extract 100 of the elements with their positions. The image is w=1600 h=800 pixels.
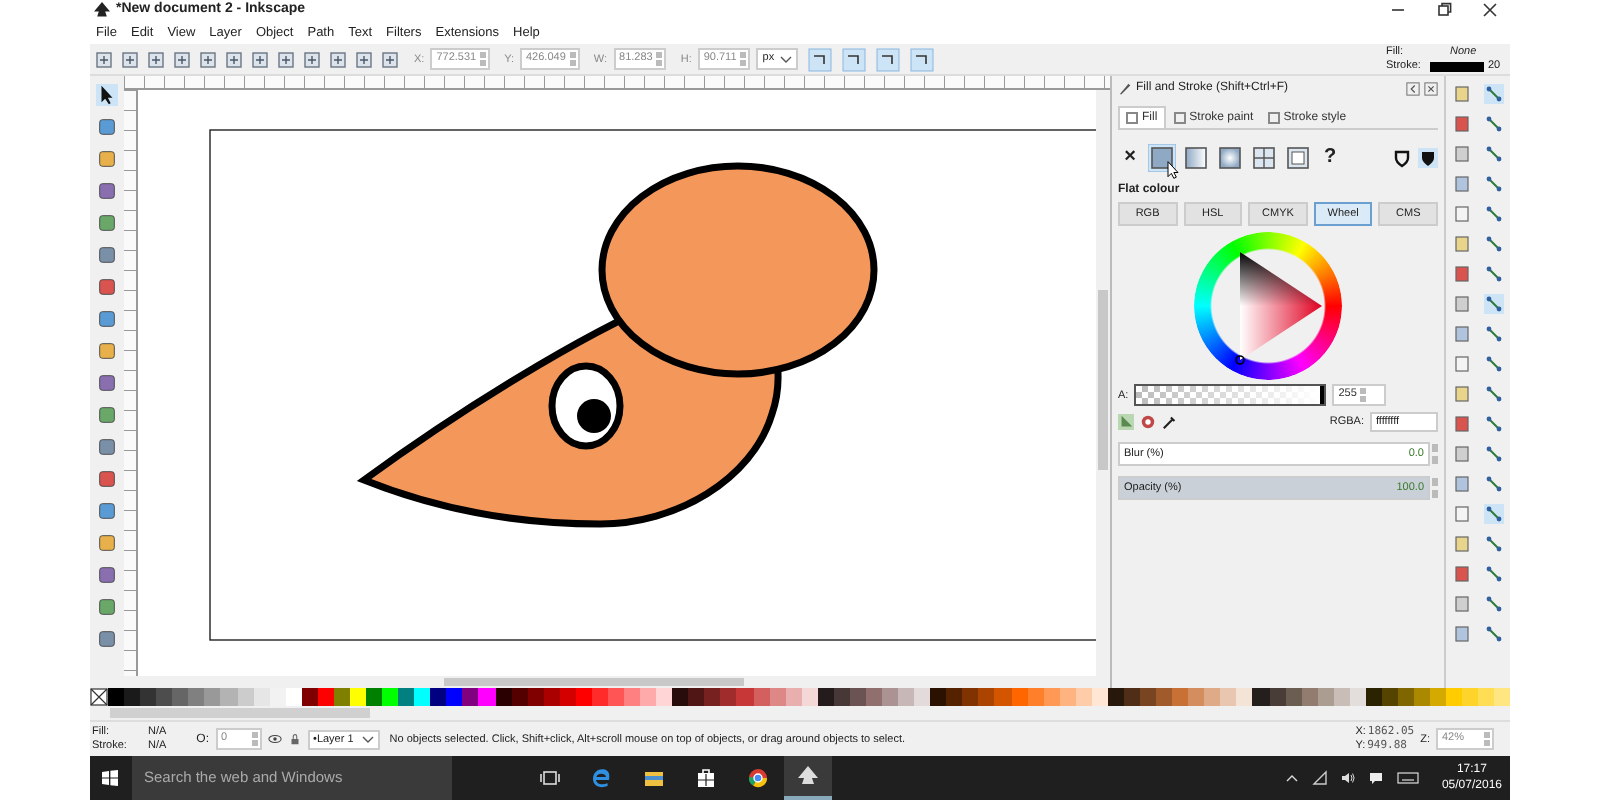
color-swatch[interactable] — [140, 688, 157, 706]
color-swatch[interactable] — [124, 688, 141, 706]
toolbar-icon[interactable] — [224, 49, 244, 69]
message-icon[interactable] — [1367, 770, 1384, 786]
tool-icon[interactable] — [96, 308, 118, 330]
snap-toggle-icon[interactable] — [1484, 144, 1504, 164]
color-swatch[interactable] — [446, 688, 463, 706]
color-swatch[interactable] — [366, 688, 383, 706]
toolbar-icon[interactable] — [172, 49, 192, 69]
windows-logo-icon[interactable] — [100, 768, 120, 788]
snap-toggle-icon[interactable] — [1484, 234, 1504, 254]
color-swatch[interactable] — [1172, 688, 1189, 706]
tool-icon[interactable] — [96, 436, 118, 458]
tool-icon[interactable] — [96, 372, 118, 394]
color-swatch[interactable] — [220, 688, 237, 706]
snap-toggle-icon[interactable] — [1484, 114, 1504, 134]
color-swatch[interactable] — [1494, 688, 1511, 706]
color-swatch[interactable] — [382, 688, 399, 706]
round-browser-icon[interactable] — [746, 766, 770, 790]
color-swatch[interactable] — [946, 688, 963, 706]
mesh-paint-icon[interactable] — [1250, 143, 1278, 171]
restore-icon[interactable] — [1434, 0, 1454, 20]
color-swatch[interactable] — [478, 688, 495, 706]
network-icon[interactable] — [1311, 770, 1328, 786]
snap-toggle-icon[interactable] — [1484, 264, 1504, 284]
color-swatch[interactable] — [1478, 688, 1495, 706]
linear-paint-icon[interactable] — [1182, 143, 1210, 171]
color-swatch[interactable] — [1446, 688, 1463, 706]
triangle-icon[interactable] — [1118, 414, 1134, 430]
color-swatch[interactable] — [204, 688, 221, 706]
color-swatch[interactable] — [962, 688, 979, 706]
color-swatch[interactable] — [1398, 688, 1415, 706]
color-swatch[interactable] — [704, 688, 721, 706]
no-paint-icon[interactable] — [90, 688, 108, 706]
color-swatch[interactable] — [156, 688, 173, 706]
close-icon[interactable] — [1480, 0, 1500, 20]
color-swatch[interactable] — [1140, 688, 1157, 706]
shield-outline-icon[interactable] — [1392, 147, 1412, 167]
chevron-up-icon[interactable] — [1283, 770, 1300, 786]
snap-toggle-icon[interactable] — [1484, 474, 1504, 494]
snap-toggle-icon[interactable] — [1484, 564, 1504, 584]
color-swatch[interactable] — [624, 688, 641, 706]
task-view-icon[interactable] — [538, 766, 562, 790]
toolbar-icon[interactable] — [328, 49, 348, 69]
shield-icon[interactable] — [1418, 147, 1438, 167]
tool-icon[interactable] — [96, 500, 118, 522]
tool-icon[interactable] — [96, 404, 118, 426]
toolbar-icon[interactable] — [146, 49, 166, 69]
transform-toggle-icon[interactable] — [876, 47, 901, 71]
color-swatch[interactable] — [1236, 688, 1253, 706]
color-swatch[interactable] — [172, 688, 189, 706]
color-swatch[interactable] — [898, 688, 915, 706]
color-swatch[interactable] — [1156, 688, 1173, 706]
snap-toggle-icon[interactable] — [1484, 624, 1504, 644]
toolbar-icon[interactable] — [276, 49, 296, 69]
toolbar-icon[interactable] — [120, 49, 140, 69]
color-swatch[interactable] — [720, 688, 737, 706]
snap-toggle-icon[interactable] — [1484, 84, 1504, 104]
color-swatch[interactable] — [1188, 688, 1205, 706]
paint-type-button[interactable]: ? — [1318, 143, 1342, 171]
tool-icon[interactable] — [96, 628, 118, 650]
collapse-icon[interactable] — [1406, 81, 1420, 95]
tool-icon[interactable] — [96, 532, 118, 554]
snap-toggle-icon[interactable] — [1484, 414, 1504, 434]
speaker-icon[interactable] — [1339, 770, 1356, 786]
eyedropper-icon[interactable] — [1162, 414, 1178, 430]
color-swatch[interactable] — [736, 688, 753, 706]
taskbar-app-button[interactable] — [784, 756, 832, 800]
color-swatch[interactable] — [188, 688, 205, 706]
snap-toggle-icon[interactable] — [1484, 384, 1504, 404]
close-icon[interactable] — [1424, 81, 1438, 95]
shopping-bag-icon[interactable] — [694, 766, 718, 790]
tool-icon[interactable] — [96, 596, 118, 618]
snap-toggle-icon[interactable] — [1484, 504, 1504, 524]
toolbar-icon[interactable] — [380, 49, 400, 69]
color-swatch[interactable] — [108, 688, 125, 706]
tool-icon[interactable] — [96, 148, 118, 170]
color-swatch[interactable] — [688, 688, 705, 706]
snap-toggle-icon[interactable] — [1484, 174, 1504, 194]
toolbar-icon[interactable] — [302, 49, 322, 69]
snap-toggle-icon[interactable] — [1484, 444, 1504, 464]
color-swatch[interactable] — [994, 688, 1011, 706]
tool-icon[interactable] — [96, 276, 118, 298]
snap-toggle-icon[interactable] — [1484, 294, 1504, 314]
transform-toggle-icon[interactable] — [910, 47, 935, 71]
transform-toggle-icon[interactable] — [842, 47, 867, 71]
folder-icon[interactable] — [642, 766, 666, 790]
color-swatch[interactable] — [462, 688, 479, 706]
snap-toggle-icon[interactable] — [1484, 324, 1504, 344]
tool-icon[interactable] — [96, 340, 118, 362]
color-swatch[interactable] — [398, 688, 415, 706]
browser-e-icon[interactable] — [590, 766, 614, 790]
tool-icon[interactable] — [96, 180, 118, 202]
tool-icon[interactable] — [96, 212, 118, 234]
color-swatch[interactable] — [1220, 688, 1237, 706]
transform-toggle-icon[interactable] — [808, 47, 833, 71]
keyboard-icon[interactable] — [1395, 770, 1420, 786]
eye-icon[interactable] — [267, 732, 282, 746]
toolbar-icon[interactable] — [354, 49, 374, 69]
pattern-paint-icon[interactable] — [1284, 143, 1312, 171]
